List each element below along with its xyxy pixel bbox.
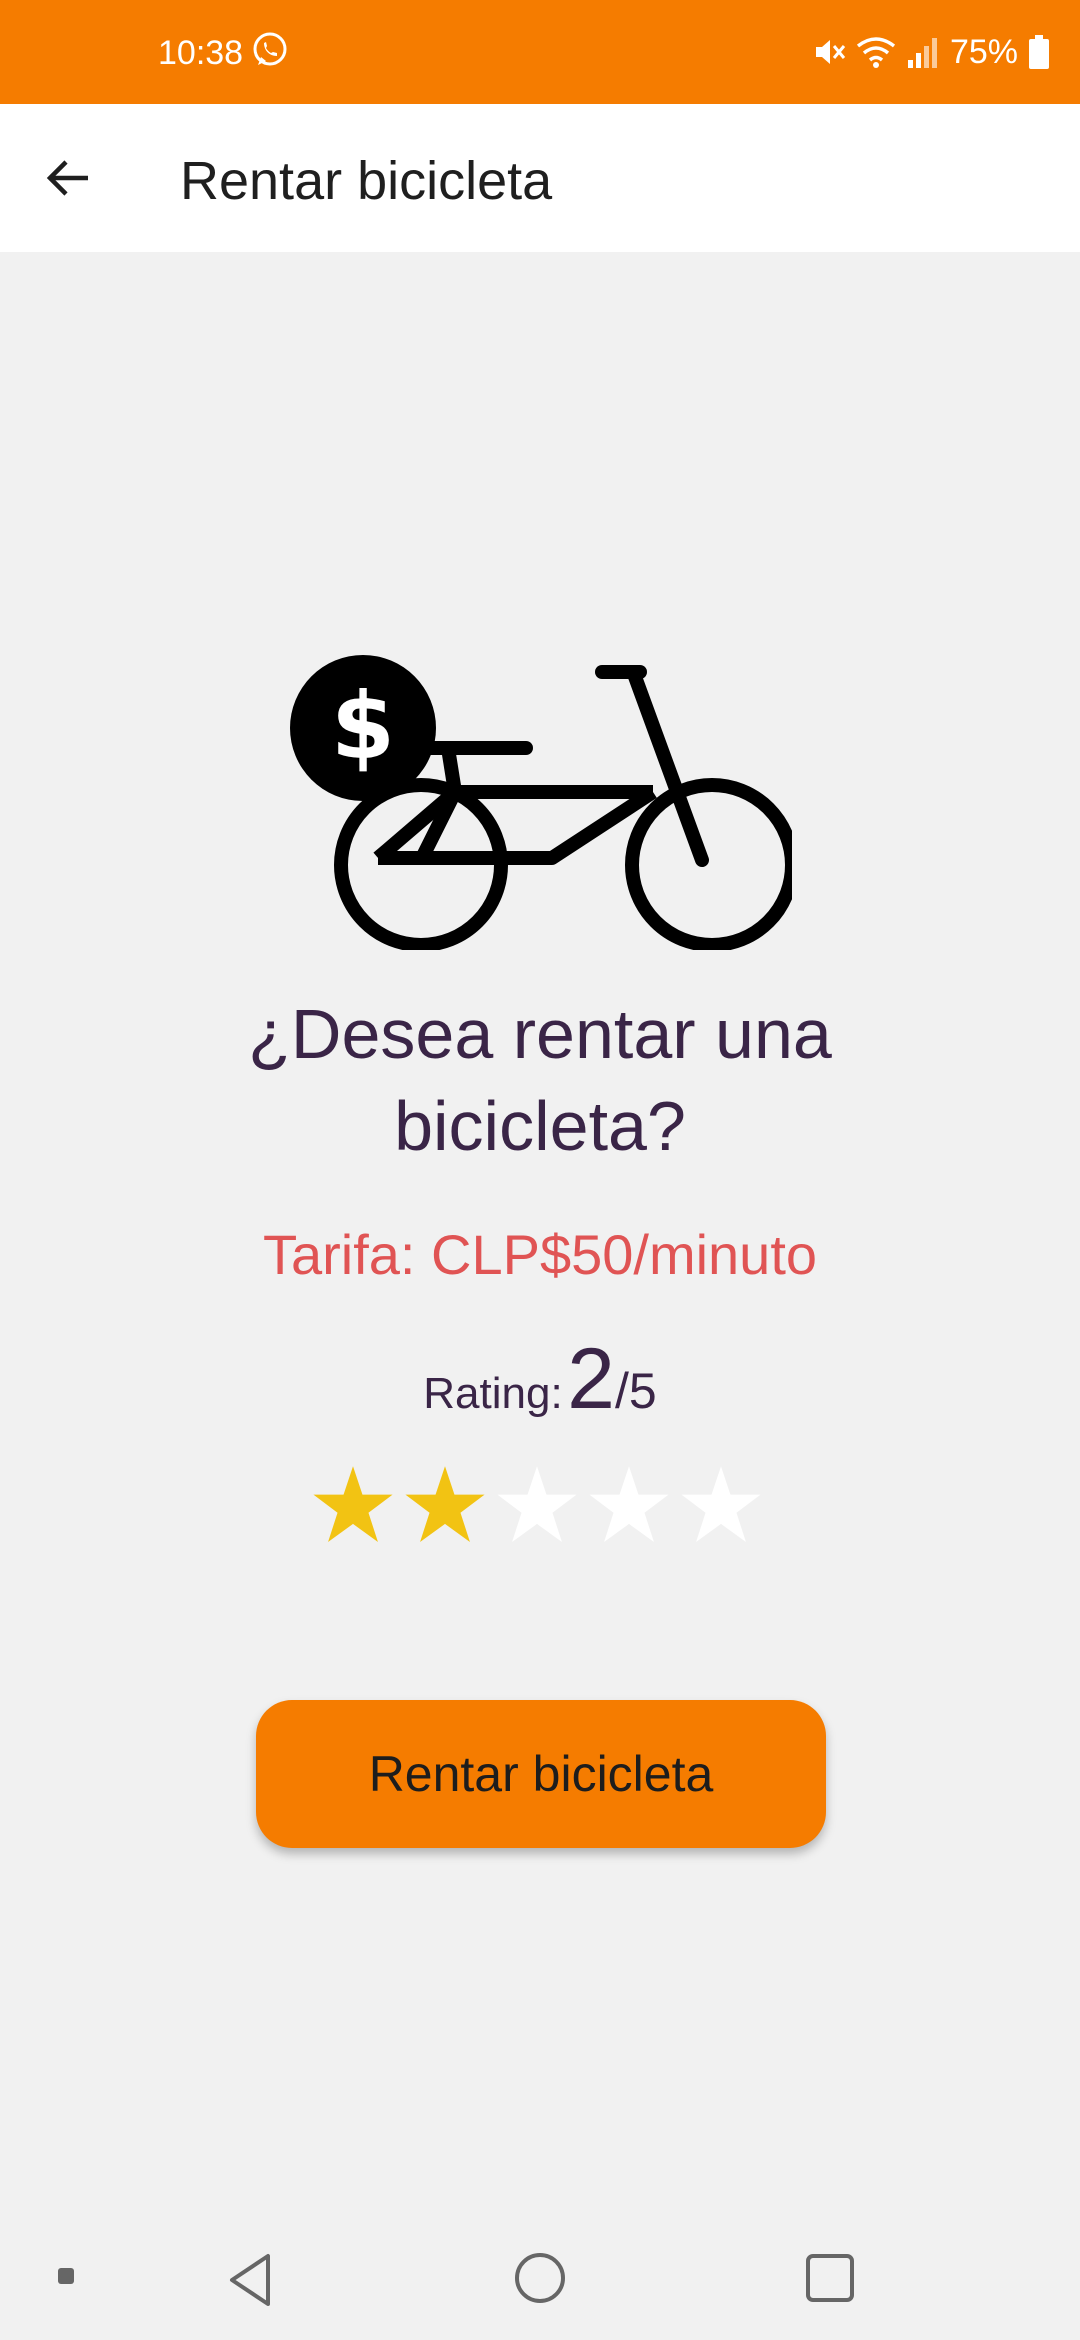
battery-percent: 75%: [949, 32, 1018, 71]
battery-icon: [1029, 35, 1049, 69]
status-bar: 10:38 75%: [0, 0, 1080, 104]
status-icons: 75%: [810, 30, 1050, 74]
rating-max: /5: [615, 1363, 657, 1419]
rating-value: 2: [567, 1331, 615, 1427]
svg-text:$: $: [331, 673, 395, 780]
star-icon: [681, 1466, 761, 1542]
nav-recents-icon[interactable]: [800, 2248, 860, 2308]
nav-dot-icon: [58, 2268, 74, 2284]
star-icon: [497, 1466, 577, 1542]
rent-question-line2: bicicleta?: [394, 1087, 686, 1165]
rent-question-line1: ¿Desea rentar una: [248, 995, 832, 1073]
rating-label: Rating:: [423, 1369, 563, 1418]
tariff-text: Tarifa: CLP$50/minuto: [262, 1223, 818, 1286]
app-bar: Rentar bicicleta: [0, 104, 1080, 252]
rating: Rating: 2/5: [0, 1330, 1080, 1429]
nav-back-icon[interactable]: [220, 2248, 284, 2312]
arrow-left-icon: [46, 160, 88, 196]
status-time: 10:38: [158, 34, 244, 72]
signal-icon: [907, 38, 937, 68]
star-icon: [405, 1466, 485, 1542]
rent-question: ¿Desea rentar una bicicleta?: [0, 988, 1080, 1172]
nav-home-icon[interactable]: [510, 2248, 570, 2308]
back-button[interactable]: [34, 144, 102, 212]
star-icon: [313, 1466, 393, 1542]
whatsapp-icon: [253, 32, 287, 66]
star-rating: [310, 1462, 764, 1548]
system-nav-bar: [0, 2220, 1080, 2340]
rent-bike-button[interactable]: Rentar bicicleta: [256, 1700, 826, 1848]
bike-dollar-icon: $: [290, 655, 792, 950]
page-title: Rentar bicicleta: [180, 151, 553, 211]
star-icon: [589, 1466, 669, 1542]
wifi-icon: [856, 37, 896, 68]
mute-icon: [815, 40, 846, 64]
